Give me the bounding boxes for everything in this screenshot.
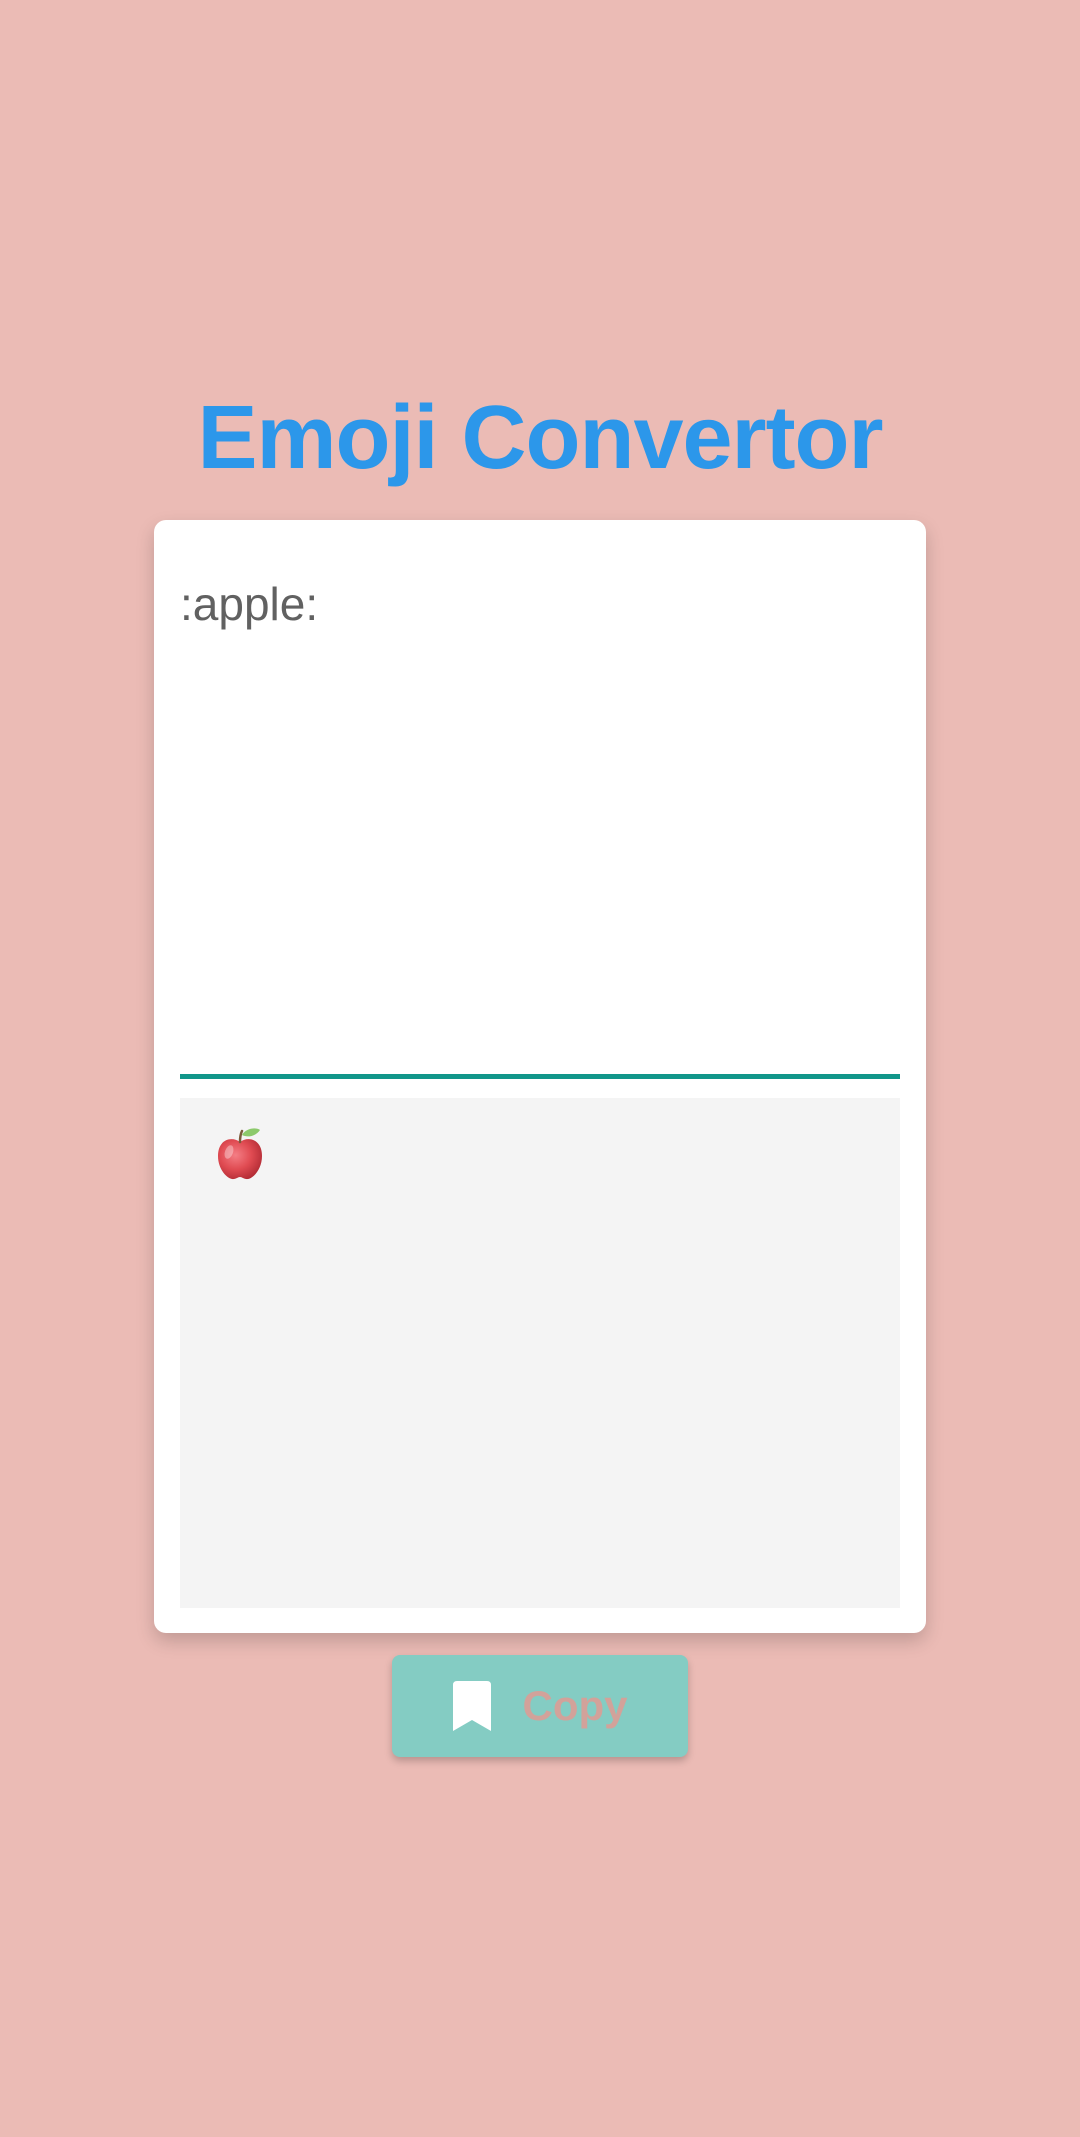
copy-button-label: Copy: [522, 1682, 628, 1729]
page-title: Emoji Convertor: [197, 388, 883, 488]
emoji-code-input[interactable]: :apple:: [180, 520, 900, 1078]
input-value: :apple:: [180, 578, 319, 630]
red-apple-emoji-icon: [218, 1128, 262, 1180]
copy-button[interactable]: Copy: [392, 1655, 688, 1757]
converter-card: :apple:: [154, 520, 926, 1633]
emoji-output-area[interactable]: [180, 1098, 900, 1608]
bookmark-icon: [452, 1681, 491, 1731]
input-underline: [180, 1074, 900, 1079]
